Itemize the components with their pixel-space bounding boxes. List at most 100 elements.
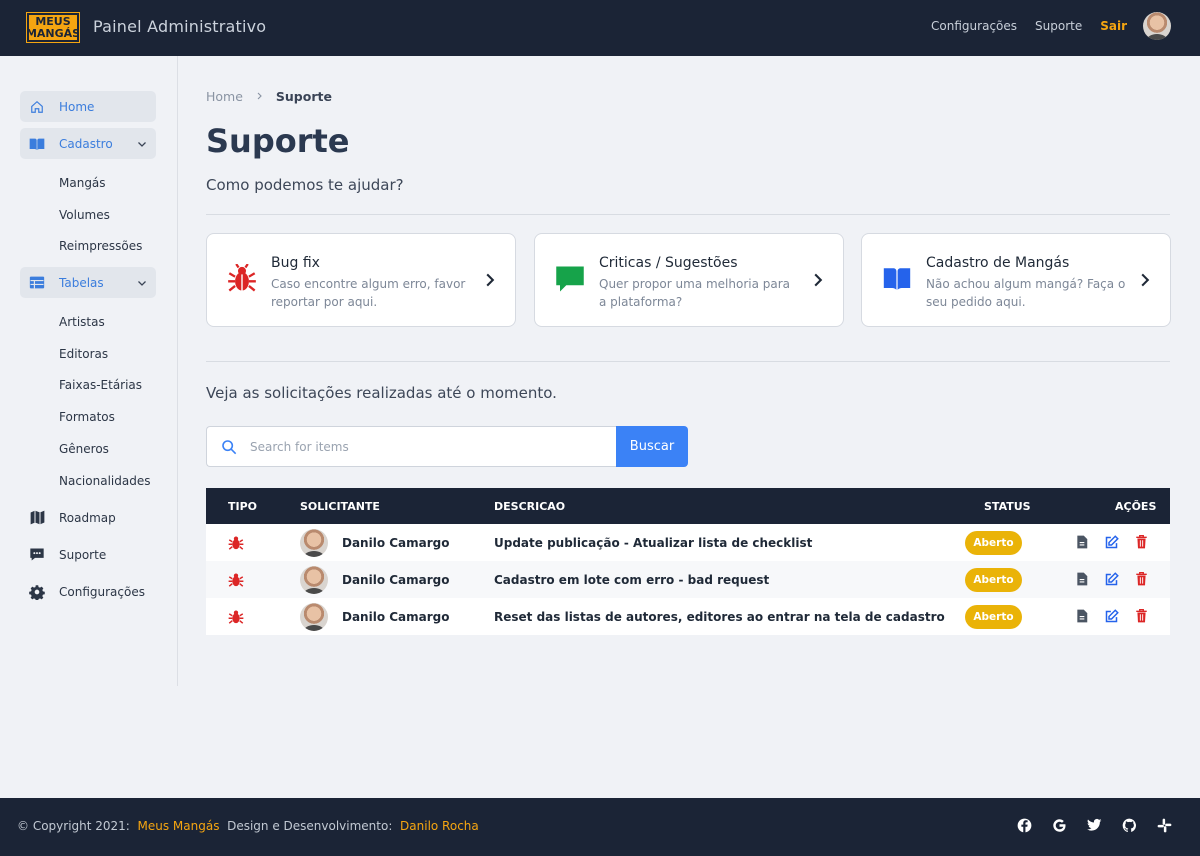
column-header-status[interactable]: STATUS <box>984 500 1031 513</box>
book-icon <box>882 264 912 294</box>
avatar <box>300 529 328 557</box>
github-icon[interactable] <box>1122 818 1137 833</box>
app-title: Painel Administrativo <box>93 17 267 36</box>
requester-name: Danilo Camargo <box>342 573 450 587</box>
bug-icon <box>227 264 257 294</box>
card-title: Cadastro de Mangás <box>926 255 1070 271</box>
chat-icon <box>555 264 585 294</box>
search-input[interactable] <box>250 439 590 454</box>
logo[interactable]: MEUS MANGÁS <box>25 12 81 43</box>
column-header-solicitante[interactable]: SOLICITANTE <box>300 500 380 513</box>
requests-label: Veja as solicitações realizadas até o mo… <box>206 384 557 402</box>
user-avatar[interactable] <box>1143 12 1171 40</box>
google-icon[interactable] <box>1052 818 1067 833</box>
sidebar-item-label: Suporte <box>59 547 107 562</box>
brand-link[interactable]: Meus Mangás <box>138 819 220 833</box>
logo-line2: MANGÁS <box>25 26 81 40</box>
footer-text: © Copyright 2021: Meus Mangás Design e D… <box>17 819 479 833</box>
card-title: Bug fix <box>271 255 320 271</box>
card-description: Não achou algum mangá? Faça o seu pedido… <box>926 277 1126 309</box>
divider <box>206 361 1170 362</box>
sidebar-subitem-formatos[interactable]: Formatos <box>59 410 115 424</box>
document-icon[interactable] <box>1076 609 1088 623</box>
breadcrumb: Home Suporte <box>206 89 332 104</box>
sidebar-item-label: Tabelas <box>59 275 104 290</box>
top-nav: Configurações Suporte Sair <box>931 12 1171 40</box>
sidebar-item-cadastro[interactable]: Cadastro <box>20 128 156 159</box>
facebook-icon[interactable] <box>1017 818 1032 833</box>
chevron-right-icon <box>813 273 823 292</box>
request-description: Update publicação - Atualizar lista de c… <box>494 536 813 550</box>
breadcrumb-home[interactable]: Home <box>206 89 243 104</box>
bug-icon <box>228 535 244 556</box>
search-box <box>206 426 616 467</box>
sidebar-subitem-volumes[interactable]: Volumes <box>59 208 110 222</box>
sidebar-subitem-generos[interactable]: Gêneros <box>59 442 109 456</box>
chevron-right-icon <box>1140 273 1150 292</box>
status-badge: Aberto <box>965 568 1022 592</box>
page-subtitle: Como podemos te ajudar? <box>206 176 404 194</box>
sidebar-subitem-faixas-etarias[interactable]: Faixas-Etárias <box>59 378 142 392</box>
sidebar-item-suporte[interactable]: Suporte <box>20 539 156 570</box>
delete-icon[interactable] <box>1135 535 1148 549</box>
suggestions-card[interactable]: Criticas / Sugestões Quer propor uma mel… <box>534 233 844 327</box>
edit-icon[interactable] <box>1104 535 1119 550</box>
manga-request-card[interactable]: Cadastro de Mangás Não achou algum mangá… <box>861 233 1171 327</box>
bug-fix-card[interactable]: Bug fix Caso encontre algum erro, favor … <box>206 233 516 327</box>
table-row[interactable]: Danilo Camargo Update publicação - Atual… <box>206 524 1170 561</box>
bug-icon <box>228 572 244 593</box>
column-header-tipo[interactable]: TIPO <box>228 500 257 513</box>
footer: © Copyright 2021: Meus Mangás Design e D… <box>0 798 1200 856</box>
sidebar-subitem-editoras[interactable]: Editoras <box>59 347 108 361</box>
map-icon <box>29 510 45 526</box>
author-link[interactable]: Danilo Rocha <box>400 819 479 833</box>
social-links <box>997 818 1172 833</box>
sidebar-item-roadmap[interactable]: Roadmap <box>20 502 156 533</box>
sidebar-item-label: Configurações <box>59 584 145 599</box>
requester-name: Danilo Camargo <box>342 536 450 550</box>
search-button[interactable]: Buscar <box>616 426 688 467</box>
home-icon <box>29 99 45 115</box>
sidebar-subitem-reimpressoes[interactable]: Reimpressões <box>59 239 142 253</box>
edit-icon[interactable] <box>1104 609 1119 624</box>
sidebar-subitem-nacionalidades[interactable]: Nacionalidades <box>59 474 150 488</box>
column-header-acoes: AÇÕES <box>1115 500 1157 513</box>
twitter-icon[interactable] <box>1087 818 1102 833</box>
table-row[interactable]: Danilo Camargo Reset das listas de autor… <box>206 598 1170 635</box>
table-header: TIPO SOLICITANTE DESCRICAO STATUS AÇÕES <box>206 488 1170 524</box>
logout-link[interactable]: Sair <box>1100 19 1127 33</box>
sidebar-subitem-mangas[interactable]: Mangás <box>59 176 106 190</box>
sidebar-subitem-artistas[interactable]: Artistas <box>59 315 105 329</box>
delete-icon[interactable] <box>1135 572 1148 586</box>
card-description: Caso encontre algum erro, favor reportar… <box>271 277 466 309</box>
delete-icon[interactable] <box>1135 609 1148 623</box>
card-description: Quer propor uma melhoria para a platafor… <box>599 277 791 309</box>
status-badge: Aberto <box>965 531 1022 555</box>
logo-line1: MEUS <box>35 14 71 28</box>
copyright-text: © Copyright 2021: <box>17 819 130 833</box>
credit-label: Design e Desenvolvimento: <box>227 819 393 833</box>
gear-icon <box>29 584 45 600</box>
document-icon[interactable] <box>1076 572 1088 586</box>
breadcrumb-current: Suporte <box>275 89 332 104</box>
column-header-descricao[interactable]: DESCRICAO <box>494 500 565 513</box>
nav-config-link[interactable]: Configurações <box>931 19 1017 33</box>
book-icon <box>29 136 45 152</box>
nav-support-link[interactable]: Suporte <box>1035 19 1082 33</box>
card-title: Criticas / Sugestões <box>599 255 738 271</box>
sidebar-item-tabelas[interactable]: Tabelas <box>20 267 156 298</box>
document-icon[interactable] <box>1076 535 1088 549</box>
sidebar-item-configuracoes[interactable]: Configurações <box>20 576 156 607</box>
chevron-right-icon <box>255 89 268 104</box>
requester-name: Danilo Camargo <box>342 610 450 624</box>
chevron-down-icon <box>136 276 148 294</box>
slack-icon[interactable] <box>1157 818 1172 833</box>
sidebar-item-label: Cadastro <box>59 136 113 151</box>
edit-icon[interactable] <box>1104 572 1119 587</box>
table-row[interactable]: Danilo Camargo Cadastro em lote com erro… <box>206 561 1170 598</box>
chevron-right-icon <box>485 273 495 292</box>
sidebar-item-home[interactable]: Home <box>20 91 156 122</box>
sidebar-item-label: Home <box>59 99 95 114</box>
request-description: Cadastro em lote com erro - bad request <box>494 573 770 587</box>
bug-icon <box>228 609 244 630</box>
